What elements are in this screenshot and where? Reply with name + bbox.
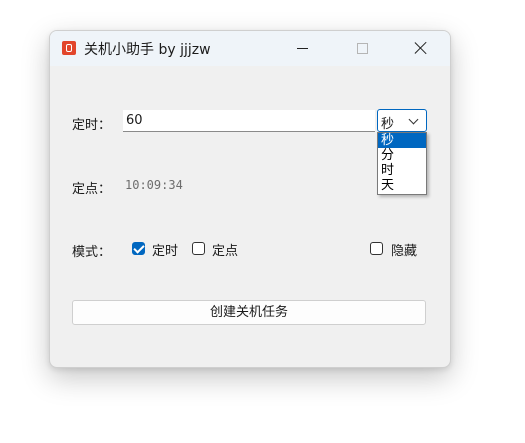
- unit-option-hours[interactable]: 时: [378, 163, 426, 178]
- unit-option-days[interactable]: 天: [378, 178, 426, 193]
- unit-option-minutes[interactable]: 分: [378, 148, 426, 163]
- timer-mode-checkbox[interactable]: [132, 242, 145, 255]
- window-title: 关机小助手 by jjjzw: [84, 42, 211, 58]
- maximize-icon: [357, 43, 368, 54]
- maximize-button[interactable]: [340, 31, 386, 66]
- title-bar[interactable]: 关机小助手 by jjjzw: [50, 31, 450, 66]
- time-unit-selected: 秒: [381, 117, 395, 132]
- fixed-mode-checkbox[interactable]: [192, 242, 205, 255]
- time-unit-select[interactable]: 秒: [377, 109, 427, 132]
- chevron-down-icon: [408, 114, 419, 125]
- create-shutdown-task-button[interactable]: 创建关机任务: [72, 300, 426, 325]
- unit-option-seconds[interactable]: 秒: [378, 133, 426, 148]
- timer-mode-label[interactable]: 定时: [152, 240, 178, 259]
- timer-label: 定时：: [72, 118, 112, 133]
- close-icon: [413, 40, 429, 56]
- close-button[interactable]: [398, 31, 444, 66]
- mode-label: 模式：: [72, 245, 112, 260]
- power-icon: [62, 41, 76, 55]
- minimize-icon: [297, 48, 308, 49]
- time-unit-dropdown: 秒 分 时 天: [377, 132, 427, 195]
- checkmark-icon: [133, 242, 145, 254]
- timer-value-input[interactable]: [123, 110, 375, 132]
- fixed-time-value[interactable]: 10:09:34: [125, 178, 183, 192]
- main-window: 关机小助手 by jjjzw 定时： 秒 秒 分 时 天 定点： 10:09:3…: [49, 30, 451, 368]
- minimize-button[interactable]: [280, 31, 326, 66]
- fixed-mode-label[interactable]: 定点: [212, 240, 238, 259]
- hide-checkbox[interactable]: [370, 242, 383, 255]
- hide-label[interactable]: 隐藏: [391, 240, 417, 259]
- fixed-time-label: 定点：: [72, 182, 112, 197]
